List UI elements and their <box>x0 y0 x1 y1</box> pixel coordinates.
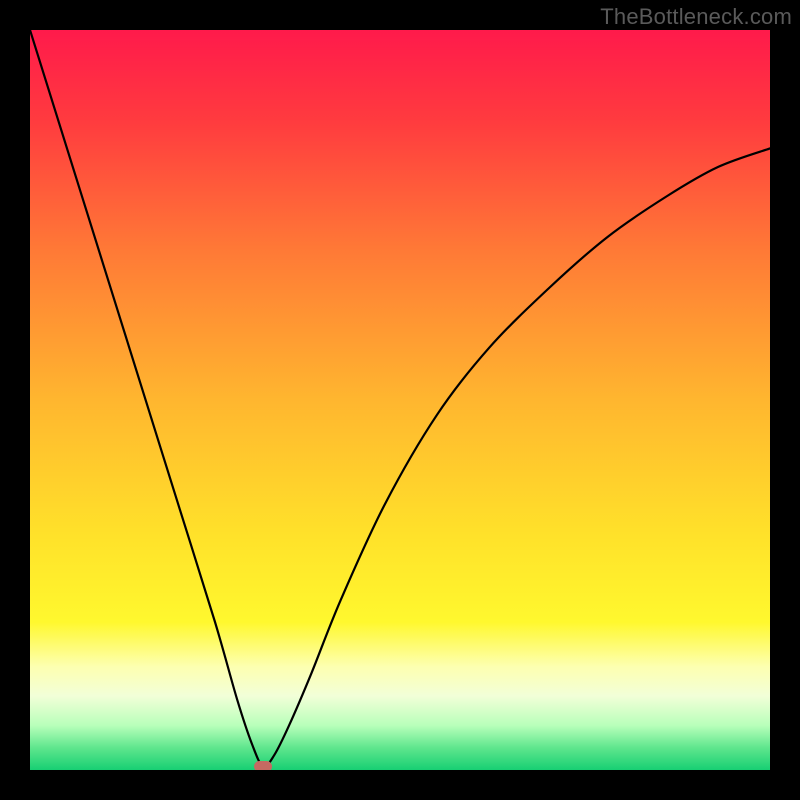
plot-area <box>30 30 770 770</box>
optimal-point-marker <box>254 761 272 770</box>
background-gradient <box>30 30 770 770</box>
watermark-text: TheBottleneck.com <box>600 4 792 30</box>
chart-frame: TheBottleneck.com <box>0 0 800 800</box>
